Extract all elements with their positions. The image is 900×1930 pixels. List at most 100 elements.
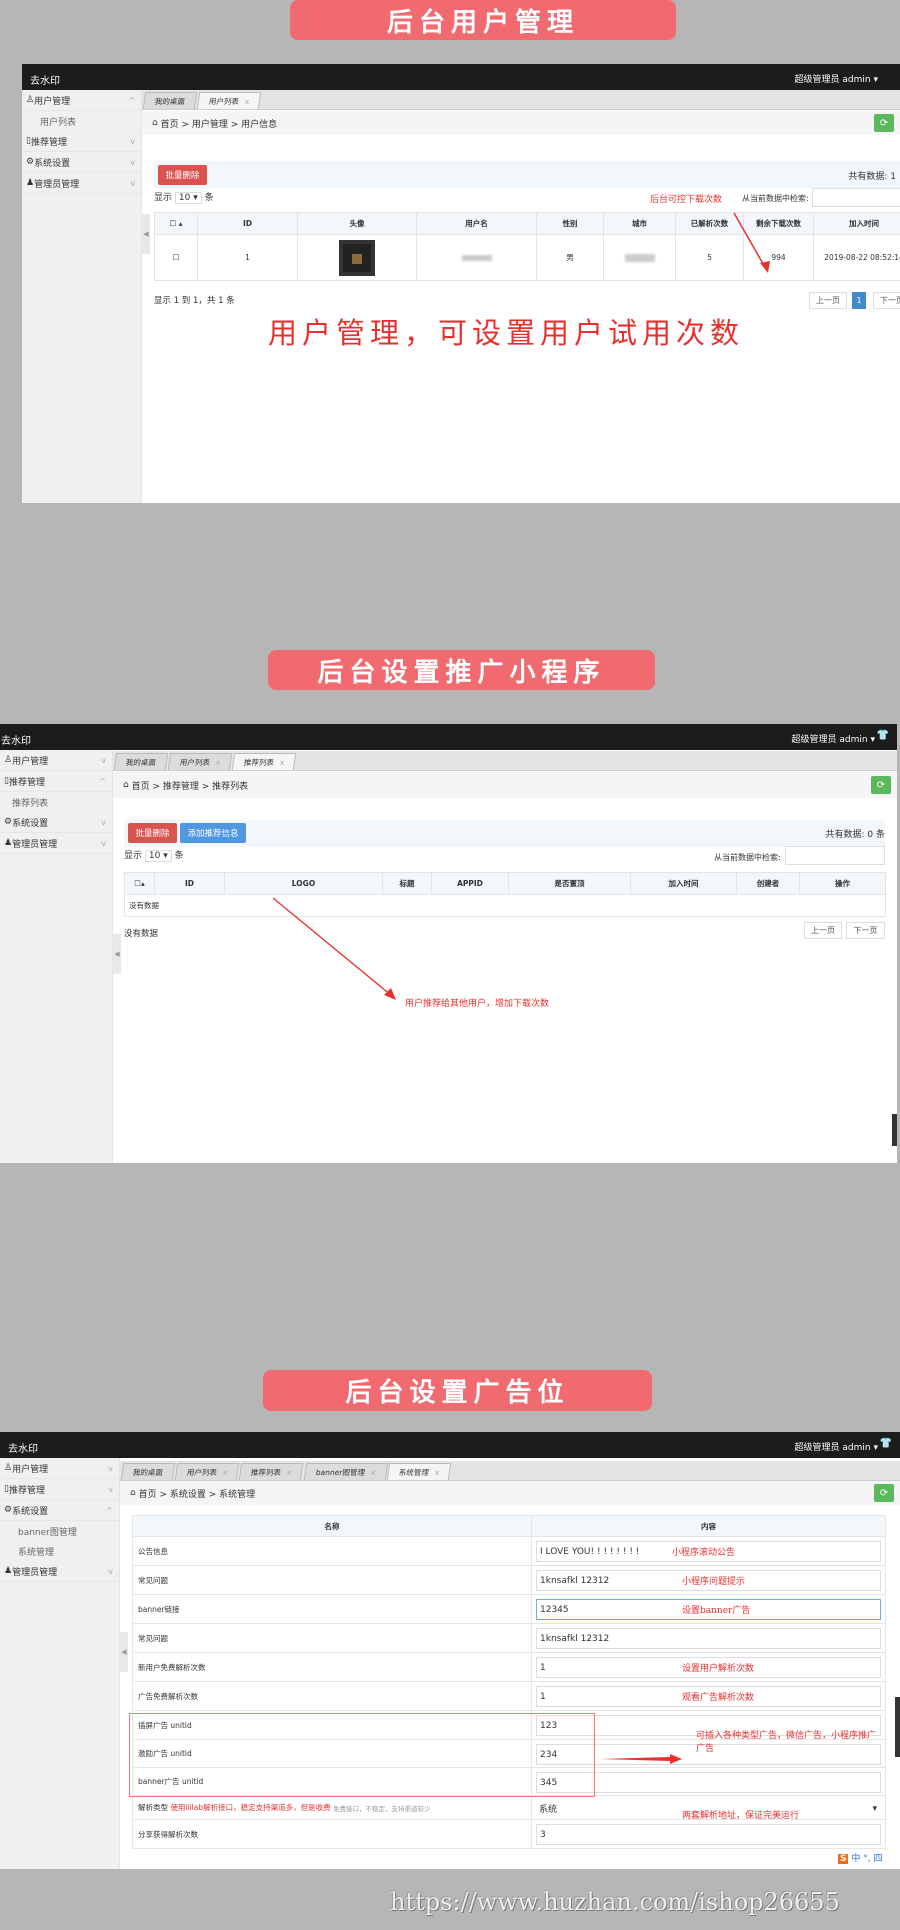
close-icon[interactable]: x <box>222 1468 228 1477</box>
next-page-button[interactable]: 下一页 <box>846 922 885 939</box>
sidebar: ♙ 用户管理 v ▯ 推荐管理 ^ 推荐列表 ⚙ 系统设置 v ♟ 管理员管理 v <box>0 750 113 1163</box>
theme-icon[interactable]: 👕 <box>877 730 889 741</box>
prev-page-button[interactable]: 上一页 <box>804 922 842 939</box>
col-avatar[interactable]: 头像 <box>297 212 417 235</box>
sidebar-item-users[interactable]: ♙ 用户管理 v <box>0 750 112 771</box>
cell-id: 1 <box>197 234 298 281</box>
col-content: 内容 <box>701 1521 716 1531</box>
select-all-checkbox[interactable]: ☐ ▴ <box>154 212 198 235</box>
config-input[interactable]: 1knsafkl 12312 <box>536 1628 881 1649</box>
col-gender[interactable]: 性别 <box>536 212 604 235</box>
col-title[interactable]: 标题 <box>382 872 432 895</box>
sidebar-sub-recommend-list[interactable]: 推荐列表 <box>0 792 112 812</box>
collapse-sidebar-handle[interactable]: ◀ <box>142 214 150 254</box>
col-joined[interactable]: 加入时间 <box>813 212 900 235</box>
col-pinned[interactable]: 是否置顶 <box>508 872 631 895</box>
col-id[interactable]: ID <box>197 212 298 235</box>
add-recommend-button[interactable]: 添加推荐信息 <box>180 823 246 843</box>
sidebar-sub-user-list[interactable]: 用户列表 <box>22 111 141 131</box>
collapse-sidebar-handle[interactable]: ◀ <box>113 934 121 974</box>
sidebar-sub-banner[interactable]: banner图管理 <box>0 1521 119 1541</box>
next-page-button[interactable]: 下一页 <box>873 292 900 309</box>
tab-desktop[interactable]: 我的桌面 <box>142 92 198 109</box>
close-icon[interactable]: x <box>435 1468 441 1477</box>
close-icon[interactable]: x <box>287 1468 293 1477</box>
tab-user-list[interactable]: 用户列表 x <box>174 1463 240 1480</box>
tab-system[interactable]: 系统管理 x <box>387 1463 453 1480</box>
refresh-button[interactable]: ⟳ <box>874 114 894 132</box>
side-scroll-widget[interactable] <box>895 1697 900 1757</box>
refresh-button[interactable]: ⟳ <box>874 1484 894 1502</box>
search-input[interactable] <box>812 188 900 207</box>
tab-recommend-list[interactable]: 推荐列表 x <box>239 1463 305 1480</box>
col-username[interactable]: 用户名 <box>416 212 537 235</box>
sidebar-item-users[interactable]: ♙ 用户管理 ^ <box>22 90 141 111</box>
config-value-cell: 1knsafkl 12312 小程序问题提示 <box>532 1566 885 1594</box>
sidebar-item-admins[interactable]: ♟ 管理员管理 v <box>0 833 112 854</box>
user-menu[interactable]: 超级管理员 admin ▾ <box>795 1440 878 1453</box>
config-value-cell: 3 <box>532 1820 885 1848</box>
cell-avatar <box>297 234 417 281</box>
sidebar-sub-system[interactable]: 系统管理 <box>0 1541 119 1561</box>
toolbar: 批量删除 添加推荐信息 共有数据: 0 条 <box>124 820 885 847</box>
close-icon[interactable]: x <box>370 1468 376 1477</box>
refresh-button[interactable]: ⟳ <box>871 776 891 794</box>
row-checkbox[interactable]: ☐ <box>154 234 198 281</box>
col-joined[interactable]: 加入时间 <box>630 872 737 895</box>
theme-icon[interactable]: 👕 <box>880 1438 892 1449</box>
sidebar-item-recommend[interactable]: ▯ 推荐管理 v <box>22 131 141 152</box>
annotation: 观看广告解析次数 <box>682 1693 755 1703</box>
sidebar-item-settings[interactable]: ⚙ 系统设置 v <box>0 812 112 833</box>
side-scroll-widget[interactable] <box>892 1114 897 1146</box>
close-icon[interactable]: x <box>215 758 221 767</box>
config-value-cell: 1knsafkl 12312 <box>532 1624 885 1652</box>
tab-desktop[interactable]: 我的桌面 <box>120 1463 176 1480</box>
admin-icon: ♟ <box>26 178 35 188</box>
section-banner: 后台设置推广小程序 <box>268 650 655 690</box>
page-size-select[interactable]: 10 ▾ <box>144 850 172 862</box>
page-1-button[interactable]: 1 <box>852 292 866 309</box>
sidebar-item-settings[interactable]: ⚙ 系统设置 v <box>22 152 141 173</box>
admin-dropdown[interactable]: admin ▾ <box>842 1443 878 1453</box>
batch-delete-button[interactable]: 批量删除 <box>128 823 177 843</box>
config-name: 分享获得解析次数 <box>138 1829 198 1839</box>
prev-page-button[interactable]: 上一页 <box>809 292 847 309</box>
sidebar-item-recommend[interactable]: ▯ 推荐管理 ^ <box>0 771 112 792</box>
sidebar-item-settings[interactable]: ⚙ 系统设置 ^ <box>0 1500 119 1521</box>
collapse-sidebar-handle[interactable]: ◀ <box>120 1632 128 1672</box>
sidebar-item-admins[interactable]: ♟ 管理员管理 v <box>22 173 141 194</box>
admin-dropdown[interactable]: admin ▾ <box>839 735 875 745</box>
user-role: 超级管理员 <box>794 75 840 85</box>
ime-toolbar[interactable]: S 中 °, 四 <box>838 1851 883 1864</box>
col-logo[interactable]: LOGO <box>224 872 383 895</box>
select-all-checkbox[interactable]: ☐▴ <box>124 872 155 895</box>
col-id[interactable]: ID <box>154 872 225 895</box>
user-menu[interactable]: 超级管理员 admin ▾ <box>792 732 875 745</box>
close-icon[interactable]: x <box>280 758 286 767</box>
config-input[interactable]: 3 <box>536 1824 881 1845</box>
sidebar-label: 用户管理 <box>12 756 49 767</box>
tab-desktop[interactable]: 我的桌面 <box>113 753 169 770</box>
user-menu[interactable]: 超级管理员 admin ▾ <box>795 72 878 85</box>
col-actions[interactable]: 操作 <box>799 872 886 895</box>
sidebar-label: 系统设置 <box>12 818 49 829</box>
sidebar-item-users[interactable]: ♙ 用户管理 v <box>0 1458 119 1479</box>
config-row: 广告免费解析次数 1 观看广告解析次数 <box>132 1682 886 1711</box>
batch-delete-button[interactable]: 批量删除 <box>158 165 207 185</box>
brand: 去水印 <box>8 1444 38 1455</box>
col-creator[interactable]: 创建者 <box>736 872 800 895</box>
tab-banner[interactable]: banner图管理 x <box>303 1463 388 1480</box>
search-input[interactable] <box>785 846 885 865</box>
col-city[interactable]: 城市 <box>603 212 676 235</box>
gear-icon: ⚙ <box>4 1505 13 1515</box>
sidebar-item-recommend[interactable]: ▯ 推荐管理 v <box>0 1479 119 1500</box>
tab-recommend-list[interactable]: 推荐列表 x <box>232 753 298 770</box>
tab-user-list[interactable]: 用户列表 x <box>167 753 233 770</box>
col-appid[interactable]: APPID <box>431 872 509 895</box>
close-icon[interactable]: x <box>244 97 250 106</box>
tab-user-list[interactable]: 用户列表 x <box>196 92 262 109</box>
page-size-select[interactable]: 10 ▾ <box>174 192 202 204</box>
sidebar-item-admins[interactable]: ♟ 管理员管理 v <box>0 1561 119 1582</box>
admin-dropdown[interactable]: admin ▾ <box>842 75 878 85</box>
config-value: 1 <box>540 1662 546 1673</box>
